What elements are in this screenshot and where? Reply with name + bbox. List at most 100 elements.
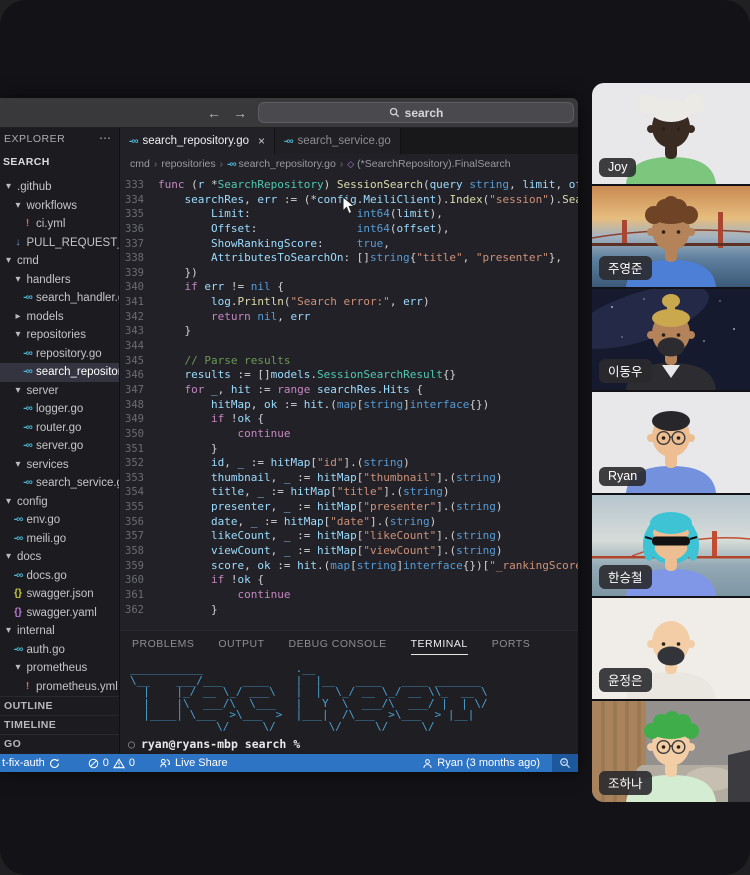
tree-item[interactable]: ▾ workflows — [0, 197, 119, 216]
command-center-search[interactable]: search — [258, 102, 574, 123]
code-line: 350 continue — [120, 427, 578, 442]
breadcrumb-label: (*SearchRepository).FinalSearch — [357, 158, 511, 170]
tree-item[interactable]: ▾ internal — [0, 622, 119, 641]
tree-item[interactable]: ↓ PULL_REQUEST_T... — [0, 234, 120, 253]
line-number: 336 — [125, 222, 144, 235]
problems-indicator[interactable]: 0 0 — [88, 757, 135, 769]
breadcrumb-item[interactable]: -∞ search_repository.go — [227, 158, 336, 170]
tree-item[interactable]: ▾ services — [0, 456, 119, 475]
code-line: 343 } — [120, 324, 578, 339]
go-file-icon: -∞ — [23, 292, 32, 303]
folder-open-icon: ▾ — [5, 551, 12, 562]
tree-item[interactable]: ▾ .github — [0, 178, 119, 197]
live-share-button[interactable]: Live Share — [159, 757, 228, 769]
tree-item[interactable]: ▸ models — [0, 308, 119, 327]
participant-tile[interactable]: Ryan — [592, 392, 750, 493]
participant-tile[interactable]: 이동우 — [592, 289, 750, 390]
participant-tile[interactable]: 한승철 — [592, 495, 750, 596]
line-number: 348 — [125, 398, 144, 411]
tree-item[interactable]: ▾ repositories — [0, 326, 119, 345]
tree-item[interactable]: -∞ server.go — [0, 437, 119, 456]
tree-item[interactable]: -∞ env.go — [0, 511, 119, 530]
breadcrumb-separator: › — [153, 158, 158, 170]
line-number: 360 — [125, 574, 144, 587]
nav-forward-icon[interactable]: → — [233, 104, 247, 122]
zoom-indicator[interactable] — [552, 754, 578, 772]
error-icon — [88, 758, 99, 768]
tree-item[interactable]: -∞ docs.go — [0, 567, 119, 586]
tree-item-label: swagger.yaml — [26, 606, 97, 619]
symbol-icon: ◇ — [347, 159, 355, 169]
tree-item[interactable]: -∞ search_service.go — [0, 474, 119, 493]
panel-tab[interactable]: TERMINAL — [410, 634, 468, 655]
breadcrumb[interactable]: cmd › repositories › -∞ search_repository.go… — [120, 154, 578, 174]
tree-item-label: search_service.go — [36, 477, 119, 489]
git-blame-info[interactable]: Ryan (3 months ago) — [422, 757, 540, 769]
participant-tile[interactable]: 윤정은 — [592, 598, 750, 699]
code-line: 351 } — [120, 442, 578, 457]
close-icon[interactable]: × — [258, 134, 265, 148]
editor-tab[interactable]: -∞ search_service.go — [275, 128, 401, 154]
tree-item[interactable]: ▾ cmd — [0, 252, 119, 271]
go-file-icon: -∞ — [227, 159, 237, 170]
line-number: 340 — [125, 281, 144, 294]
folder-open-icon: ▾ — [15, 384, 21, 396]
code-line: 347 for _, hit := range searchRes.Hits { — [120, 383, 578, 398]
breadcrumb-item[interactable]: repositories — [161, 158, 215, 170]
go-file-icon: -∞ — [13, 643, 23, 655]
panel-tab[interactable]: PORTS — [492, 634, 530, 654]
code-line: 359 score, ok := hit.(map[string]interfa… — [120, 559, 578, 574]
tree-item[interactable]: ▾ docs — [0, 548, 119, 567]
tree-item[interactable]: -∞ search_repository... — [0, 363, 119, 382]
mouse-cursor — [342, 196, 356, 215]
participant-tile[interactable]: 주영준 — [592, 186, 750, 287]
code-line: 333 func (r *SearchRepository) SessionSea… — [120, 178, 578, 193]
sidebar-section-timeline[interactable]: TIMELINE — [0, 715, 119, 734]
nav-back-icon[interactable]: ← — [207, 104, 221, 122]
tree-item[interactable]: ▾ server — [0, 382, 119, 401]
tree-item-label: logger.go — [36, 403, 84, 415]
folder-open-icon: ▾ — [15, 329, 21, 340]
file-tree: ▾ .github ▾ workflows! ci.yml ↓ PULL_REQUEST_T… — [0, 178, 119, 696]
tree-item[interactable]: ▾ config — [0, 493, 119, 512]
tree-item[interactable]: -∞ auth.go — [0, 641, 119, 660]
breadcrumb-item[interactable]: cmd — [130, 158, 150, 170]
json-file-icon: {} — [14, 588, 22, 599]
git-branch[interactable]: t-fix-auth — [2, 757, 60, 769]
participant-tile[interactable]: Joy — [592, 83, 750, 184]
tree-item[interactable]: -∞ meili.go — [0, 530, 119, 549]
sidebar-section-outline[interactable]: OUTLINE — [0, 696, 119, 715]
tree-item[interactable]: {} swagger.yaml — [0, 604, 119, 623]
tree-item[interactable]: ! ci.yml — [0, 215, 119, 234]
breadcrumb-separator: › — [339, 158, 344, 170]
tree-item[interactable]: {} swagger.json — [0, 585, 119, 604]
tree-item[interactable]: -∞ repository.go — [0, 345, 119, 364]
tree-item[interactable]: -∞ search_handler.go — [0, 289, 119, 308]
code-editor[interactable]: 333 func (r *SearchRepository) SessionSea… — [120, 174, 578, 630]
line-number: 335 — [125, 208, 144, 221]
tree-item[interactable]: ! prometheus.yml — [0, 678, 119, 697]
participant-name: 주영준 — [599, 256, 652, 280]
breadcrumb-item[interactable]: ◇ (*SearchRepository).FinalSearch — [347, 158, 510, 170]
tree-item[interactable]: -∞ logger.go — [0, 400, 119, 419]
panel-tab[interactable]: PROBLEMS — [132, 634, 194, 654]
tree-item-label: repository.go — [36, 347, 102, 360]
tree-item[interactable]: -∞ router.go — [0, 419, 119, 438]
tree-item-label: config — [17, 495, 48, 508]
tree-item-label: meili.go — [26, 532, 67, 545]
terminal-prompt[interactable]: ○ ryan@ryans-mbp search % — [128, 737, 300, 751]
tree-item[interactable]: ▾ prometheus — [0, 659, 119, 678]
sidebar-section-go[interactable]: GO — [0, 734, 119, 753]
editor-tab[interactable]: -∞ search_repository.go × — [120, 128, 276, 154]
tree-item-label: .github — [17, 181, 52, 193]
line-number: 354 — [125, 486, 144, 499]
panel-tab[interactable]: DEBUG CONSOLE — [289, 634, 387, 654]
tree-item-label: search_repository... — [36, 366, 119, 378]
project-section-header[interactable]: SEARCH — [0, 156, 119, 168]
line-number: 355 — [125, 501, 144, 514]
tree-item-label: PULL_REQUEST_T... — [26, 236, 120, 249]
more-actions-icon[interactable]: ⋯ — [99, 131, 111, 145]
participant-tile[interactable]: 조하나 — [592, 701, 750, 802]
panel-tab[interactable]: OUTPUT — [218, 634, 264, 654]
tree-item[interactable]: ▾ handlers — [0, 271, 119, 290]
